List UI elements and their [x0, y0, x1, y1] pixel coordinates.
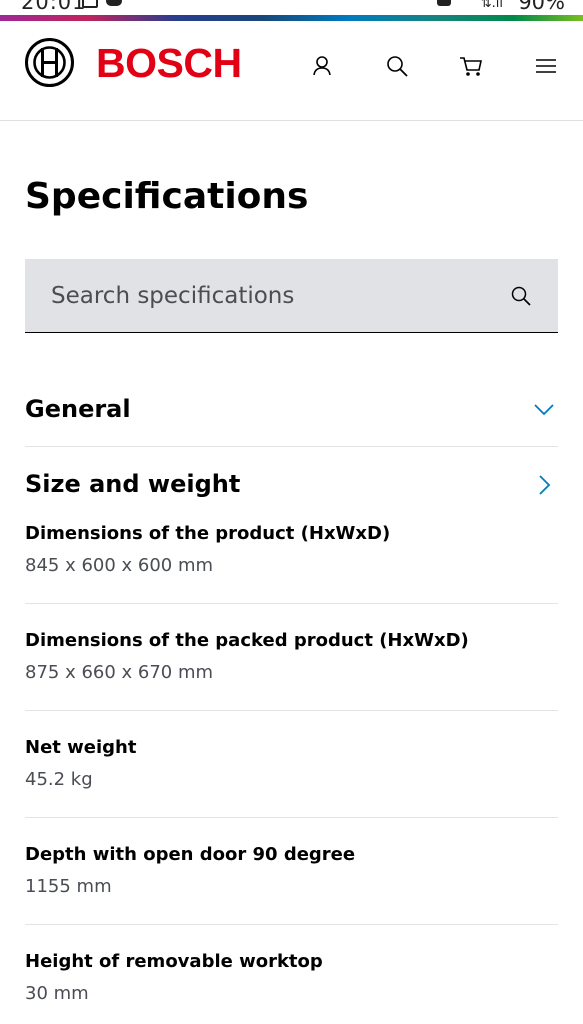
search-input[interactable]: [51, 273, 491, 319]
spec-label: Depth with open door 90 degree: [25, 844, 356, 865]
divider: [25, 924, 558, 925]
cart-icon[interactable]: [458, 53, 484, 79]
section-general-title: General: [25, 395, 131, 423]
spec-value: 845 x 600 x 600 mm: [25, 555, 214, 576]
spec-value: 30 mm: [25, 983, 89, 1004]
spec-value: 1155 mm: [25, 876, 112, 897]
search-specifications-box: [25, 259, 558, 333]
user-icon[interactable]: [309, 53, 335, 79]
spec-label: Net weight: [25, 737, 137, 758]
cloud-notification-icon: [106, 0, 122, 6]
spec-label: Height of removable worktop: [25, 951, 323, 972]
section-general[interactable]: General: [25, 392, 558, 432]
divider: [25, 817, 558, 818]
menu-icon[interactable]: [533, 53, 559, 79]
spec-label: Dimensions of the product (HxWxD): [25, 523, 391, 544]
chevron-down-icon[interactable]: [532, 397, 556, 421]
battery-level: 90%: [518, 0, 565, 14]
status-time: 20:01: [21, 0, 87, 14]
divider: [25, 603, 558, 604]
search-icon[interactable]: [384, 53, 410, 79]
spec-label: Dimensions of the packed product (HxWxD): [25, 630, 469, 651]
search-submit-icon[interactable]: [509, 284, 533, 308]
gallery-notification-icon: [82, 0, 98, 8]
divider: [25, 710, 558, 711]
camera-status-icon: [437, 0, 451, 6]
section-size-and-weight[interactable]: Size and weight: [25, 467, 558, 507]
chevron-right-icon[interactable]: [532, 473, 556, 497]
section-size-weight-title: Size and weight: [25, 470, 241, 498]
status-bar: 20:01 ⇅.ıl 90%: [0, 0, 583, 16]
site-header: BOSCH: [0, 21, 583, 121]
bosch-armature-logo[interactable]: [25, 38, 74, 87]
spec-value: 875 x 660 x 670 mm: [25, 662, 214, 683]
spec-value: 45.2 kg: [25, 769, 93, 790]
divider: [25, 446, 558, 447]
brand-logo-text[interactable]: BOSCH: [96, 39, 242, 87]
page-title: Specifications: [25, 176, 309, 217]
signal-icon: ⇅.ıl: [480, 0, 503, 11]
